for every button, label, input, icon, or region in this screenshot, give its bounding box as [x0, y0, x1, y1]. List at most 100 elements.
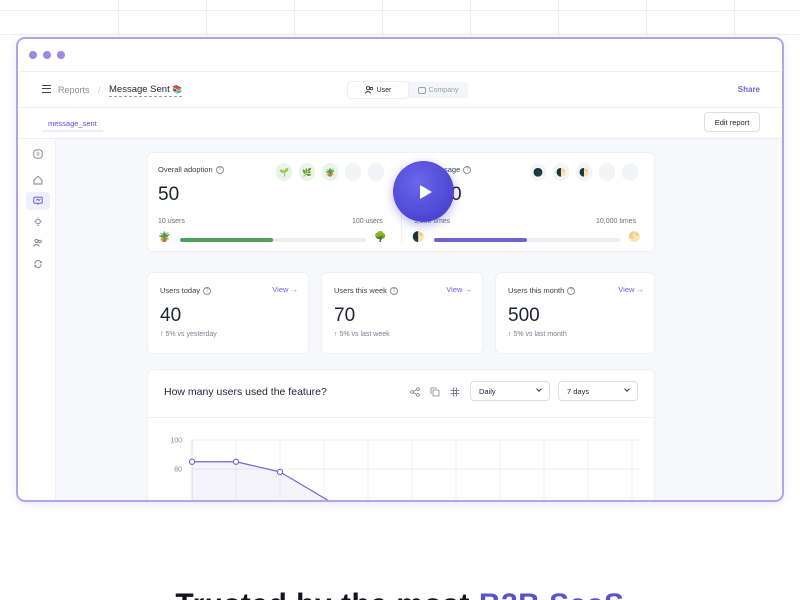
sidebar-item-integrations[interactable]	[26, 255, 50, 273]
herb-icon[interactable]: 🌿	[299, 163, 315, 181]
adoption-title-text: Overall adoption	[158, 165, 213, 174]
arrow-up-icon: ↑	[160, 331, 164, 338]
stat-title-text: Users this month	[508, 286, 565, 295]
segment-company[interactable]: Company	[408, 82, 468, 98]
breadcrumb-separator: /	[98, 85, 101, 95]
stat-title: Users today ?	[160, 286, 212, 295]
potted-plant-icon[interactable]: 🪴	[322, 163, 338, 181]
window-dot-maximize[interactable]	[57, 51, 65, 59]
window-dot-minimize[interactable]	[43, 51, 51, 59]
stat-value: 70	[334, 305, 356, 326]
copy-icon[interactable]	[430, 387, 440, 397]
range-select-value: 7 days	[567, 386, 590, 396]
data-point[interactable]	[232, 458, 240, 465]
stat-trend-text: 5% vs last week	[339, 331, 390, 338]
info-icon[interactable]: ?	[215, 165, 224, 174]
data-point[interactable]	[188, 458, 196, 465]
sprout-icon[interactable]: 🌱	[276, 163, 292, 181]
adoption-min-label: 10 users	[158, 218, 185, 225]
sidebar-item-reports[interactable]	[26, 192, 50, 210]
stat-card-month: Users this month ? View → 500 ↑ 5% vs la…	[496, 273, 654, 353]
home-icon	[33, 175, 43, 185]
usage-max-label: 10,000 times	[596, 218, 637, 225]
tagline-text: Trusted by the most	[175, 588, 470, 600]
interval-select[interactable]: Daily	[470, 381, 550, 401]
data-point[interactable]	[276, 468, 284, 476]
stat-trend-text: 5% vs yesterday	[165, 331, 217, 338]
usage-progress-fill	[434, 238, 527, 242]
full-moon-icon: 🌕	[628, 232, 641, 243]
sidebar-avatar[interactable]	[26, 145, 50, 163]
edit-report-button[interactable]: Edit report	[704, 112, 760, 132]
chevron-down-icon	[624, 386, 630, 392]
y-tick-label: 80	[174, 467, 182, 474]
breadcrumb-current[interactable]: Message Sent 📚	[109, 84, 183, 97]
window-dot-close[interactable]	[29, 51, 37, 59]
usage-line-chart: 100 80	[170, 438, 640, 500]
chart-card: How many users used the feature? Daily 7…	[148, 370, 654, 500]
sidebar	[18, 139, 56, 500]
user-icon	[364, 86, 373, 94]
slack-icon[interactable]	[450, 387, 460, 397]
report-subheader: message_sent Edit report	[18, 108, 782, 139]
tree-icon: 🌳	[374, 232, 387, 243]
arrow-up-icon: ↑	[508, 331, 512, 338]
adoption-value: 50	[158, 184, 180, 205]
half-moon-icon: 🌓	[412, 232, 425, 243]
chart-title: How many users used the feature?	[164, 386, 327, 398]
integrations-icon	[33, 260, 43, 268]
y-tick-label: 100	[170, 438, 182, 445]
stat-value: 40	[160, 305, 182, 326]
view-link[interactable]: View →	[272, 285, 298, 294]
menu-icon[interactable]	[42, 85, 51, 93]
bulb-icon	[34, 217, 42, 226]
share-icon[interactable]	[410, 387, 420, 397]
users-icon	[33, 238, 42, 247]
info-icon[interactable]: ?	[203, 286, 212, 295]
event-name-tab[interactable]: message_sent	[42, 117, 103, 132]
share-button[interactable]: Share	[738, 85, 760, 94]
locked-badge-icon	[345, 163, 361, 181]
stat-value: 500	[508, 305, 540, 326]
view-link[interactable]: View →	[446, 285, 472, 294]
segment-user[interactable]: User	[348, 82, 408, 98]
stat-title-text: Users today	[160, 286, 201, 295]
arrow-up-icon: ↑	[334, 331, 338, 338]
usage-progress-track	[434, 238, 620, 242]
adoption-max-label: 100 users	[352, 218, 383, 225]
sidebar-item-users[interactable]	[26, 234, 50, 252]
view-link[interactable]: View →	[618, 285, 644, 294]
play-icon	[419, 184, 432, 199]
window-titlebar	[18, 39, 782, 72]
segment-company-label: Company	[428, 86, 459, 94]
stat-card-today: Users today ? View → 40 ↑ 5% vs yesterda…	[148, 273, 308, 353]
interval-select-value: Daily	[479, 386, 496, 396]
stat-title: Users this month ?	[508, 286, 576, 295]
user-company-toggle: User Company	[348, 82, 468, 98]
breadcrumb-reports[interactable]: Reports	[58, 85, 90, 95]
potted-plant-icon: 🪴	[158, 232, 171, 243]
info-icon[interactable]: ?	[389, 286, 398, 295]
stat-title-text: Users this week	[334, 286, 387, 295]
series-area	[192, 461, 328, 500]
avatar-icon	[33, 149, 43, 159]
building-icon	[417, 86, 426, 94]
usage-badges: 🌑 🌓 🌓	[530, 163, 638, 181]
stat-trend: ↑ 5% vs yesterday	[160, 331, 217, 338]
chevron-down-icon	[536, 386, 542, 392]
info-icon[interactable]: ?	[567, 286, 576, 295]
adoption-progress-fill	[180, 238, 273, 242]
sidebar-item-home[interactable]	[26, 171, 50, 189]
locked-badge-icon	[599, 163, 615, 181]
half-moon-icon[interactable]: 🌓	[576, 163, 592, 181]
breadcrumb-current-label: Message Sent	[109, 84, 170, 95]
new-moon-icon[interactable]: 🌑	[530, 163, 546, 181]
half-moon-icon[interactable]: 🌓	[553, 163, 569, 181]
info-icon[interactable]: ?	[463, 165, 472, 174]
range-select[interactable]: 7 days	[558, 381, 638, 401]
tagline-accent: B2B SaaS	[479, 588, 625, 600]
play-video-button[interactable]	[393, 161, 454, 222]
stat-trend-text: 5% vs last month	[513, 331, 567, 338]
locked-badge-icon	[622, 163, 638, 181]
sidebar-item-insights[interactable]	[26, 213, 50, 231]
